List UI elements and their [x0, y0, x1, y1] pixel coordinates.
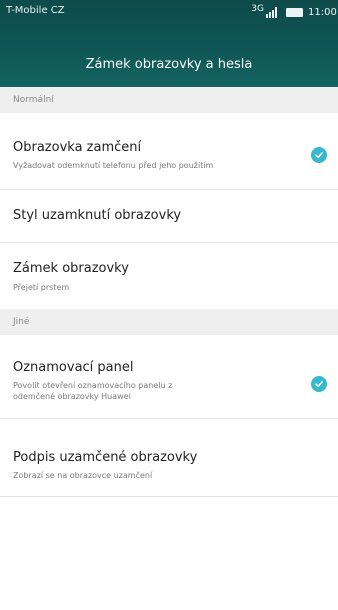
- status-bar: T-Mobile CZ 3G 11:00: [0, 0, 338, 24]
- item-title: Oznamovací panel: [13, 360, 134, 375]
- check-icon[interactable]: [311, 147, 327, 163]
- list-item-lock-style[interactable]: Styl uzamknutí obrazovky: [0, 190, 338, 243]
- section-label: Normální: [13, 95, 54, 105]
- section-label: Jiné: [13, 317, 30, 327]
- list-item-lock-screen-signature[interactable]: Podpis uzamčené obrazovky Zobrazí se na …: [0, 419, 338, 497]
- item-title: Styl uzamknutí obrazovky: [13, 208, 182, 223]
- signal-icon: [266, 6, 278, 18]
- item-title: Obrazovka zamčení: [13, 140, 142, 155]
- item-subtitle: Přejetí prstem: [13, 283, 70, 292]
- list-item-screen-lock[interactable]: Zámek obrazovky Přejetí prstem: [0, 243, 338, 309]
- list-item-notification-panel[interactable]: Oznamovací panel Povolit otevření oznamo…: [0, 335, 338, 419]
- item-subtitle: Zobrazí se na obrazovce uzamčení: [13, 471, 153, 480]
- item-subtitle: Vyžadovat odemknutí telefonu před jeho p…: [13, 161, 214, 170]
- status-time: 11:00: [308, 6, 337, 18]
- list-item-lock-screen[interactable]: Obrazovka zamčení Vyžadovat odemknutí te…: [0, 113, 338, 190]
- check-icon[interactable]: [311, 376, 327, 392]
- item-title: Zámek obrazovky: [13, 261, 129, 276]
- status-indicators: 3G 11:00: [251, 4, 338, 20]
- page-title: Zámek obrazovky a hesla: [85, 57, 253, 72]
- battery-icon: [286, 7, 303, 17]
- section-header-normal: Normální: [0, 87, 338, 113]
- carrier-name: T-Mobile CZ: [6, 5, 65, 16]
- network-type: 3G: [251, 4, 264, 14]
- item-title: Podpis uzamčené obrazovky: [13, 450, 198, 465]
- item-subtitle-line1: Povolit otevření oznamovacího panelu z: [13, 381, 173, 390]
- item-subtitle-line2: odemčené obrazovky Huawei: [13, 392, 131, 401]
- app-header: T-Mobile CZ 3G 11:00 Zámek obrazovky a h…: [0, 0, 338, 87]
- section-header-other: Jiné: [0, 309, 338, 335]
